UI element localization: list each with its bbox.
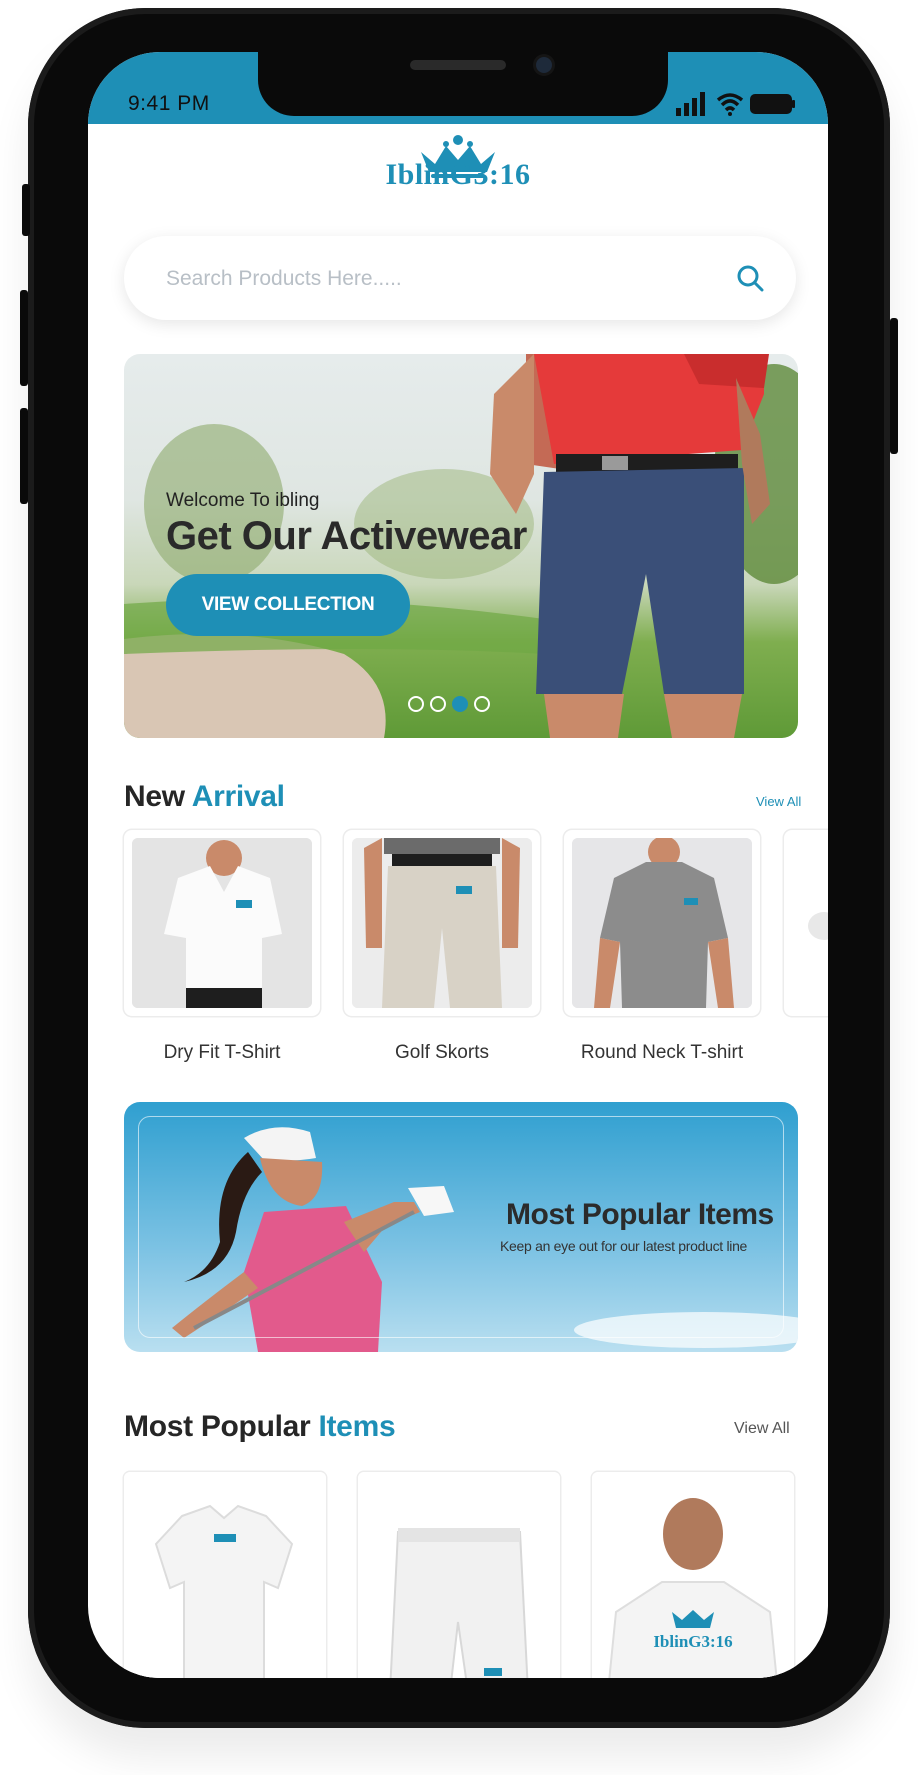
app-screen: 9:41 PM IblinG3:16 Search Products Here.… — [88, 52, 828, 1678]
product-image — [572, 838, 752, 1008]
new-arrival-view-all-link[interactable]: View All — [756, 794, 801, 809]
product-card[interactable] — [564, 830, 760, 1016]
product-image — [132, 838, 312, 1008]
hero-welcome-text: Welcome To ibling — [166, 490, 320, 511]
product-card[interactable] — [344, 830, 540, 1016]
product-card-partial[interactable] — [784, 830, 828, 1016]
front-camera — [536, 57, 552, 73]
most-popular-heading: Most Popular Items — [124, 1410, 396, 1444]
most-popular-view-all-link[interactable]: View All — [734, 1420, 790, 1438]
hero-banner[interactable]: Welcome To ibling Get Our Activewear VIE… — [124, 354, 798, 738]
heading-text: New — [124, 780, 185, 813]
notch — [258, 52, 668, 116]
search-icon[interactable] — [734, 262, 766, 294]
carousel-dots — [408, 696, 496, 717]
hero-title: Get Our Activewear — [166, 514, 527, 558]
carousel-dot[interactable] — [408, 696, 424, 712]
promo-subtitle: Keep an eye out for our latest product l… — [500, 1238, 748, 1254]
white-polo-image — [124, 1472, 326, 1678]
search-bar — [124, 236, 796, 320]
product-image — [352, 838, 532, 1008]
product-label: Dry Fit T-Shirt — [163, 1042, 281, 1063]
heading-text: Most Popular — [124, 1410, 311, 1443]
white-tshirt-image — [132, 838, 312, 1008]
popular-product-card[interactable] — [124, 1472, 326, 1678]
speaker-grille — [410, 60, 506, 70]
tshirt-logo-text: IblinG3:16 — [653, 1632, 733, 1651]
product-label: Golf Skorts — [395, 1042, 489, 1063]
product-card[interactable] — [124, 830, 320, 1016]
new-arrival-heading: New Arrival — [124, 780, 285, 814]
signal-icon — [676, 92, 705, 116]
carousel-dot[interactable] — [474, 696, 490, 712]
status-bar: 9:41 PM — [88, 52, 828, 124]
status-time: 9:41 PM — [128, 92, 210, 115]
view-collection-button[interactable]: VIEW COLLECTION — [166, 574, 410, 636]
search-input[interactable] — [164, 258, 708, 300]
product-label: Round Neck T-shirt — [580, 1042, 744, 1063]
carousel-dot[interactable] — [430, 696, 446, 712]
battery-icon — [750, 94, 795, 114]
wifi-icon — [716, 93, 744, 116]
popular-product-card[interactable]: IblinG3:16 — [592, 1472, 794, 1678]
white-shorts-image — [358, 1472, 560, 1678]
grey-tshirt-image — [572, 838, 752, 1008]
promo-banner[interactable]: Most Popular Items Keep an eye out for o… — [124, 1102, 798, 1352]
volume-up-button — [20, 290, 28, 386]
golf-skorts-image — [352, 838, 532, 1008]
promo-title: Most Popular Items — [506, 1198, 774, 1231]
popular-product-card[interactable] — [358, 1472, 560, 1678]
power-button — [890, 318, 898, 454]
carousel-dot-active[interactable] — [452, 696, 468, 712]
heading-accent-text: Items — [318, 1410, 396, 1443]
volume-down-button — [20, 408, 28, 504]
side-button — [22, 184, 30, 236]
heading-accent-text: Arrival — [191, 780, 285, 813]
glove-image — [808, 912, 828, 940]
brand-logo-text: IblinG3:16 — [385, 158, 531, 191]
